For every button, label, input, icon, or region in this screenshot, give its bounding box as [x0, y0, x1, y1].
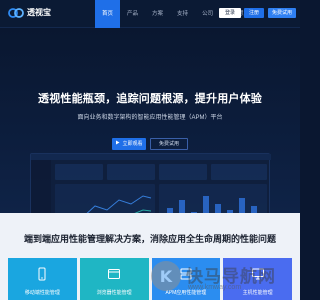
nav-item-company[interactable]: 公司	[195, 0, 220, 28]
mobile-phone-icon	[35, 267, 49, 281]
card-label: APM应用性能管理	[165, 290, 207, 296]
card-label: 移动端性能管理	[24, 290, 60, 296]
hero-title: 透视性能瓶颈，追踪问题根源，提升用户体验	[38, 93, 262, 105]
card-apm-performance[interactable]: APM应用性能管理	[151, 258, 221, 300]
login-button[interactable]: 登录	[219, 8, 241, 18]
dashboard-preview-image	[30, 153, 271, 213]
top-header: 透视宝 首页 产品 方案 支持 公司 云智慧官网 登录 注册 免费试用	[0, 0, 300, 28]
solutions-title-tail: 消除应用全生命周期的性能问题	[150, 234, 277, 244]
watch-now-label: 立即观看	[122, 141, 143, 147]
card-label: 浏览器性能管理	[96, 290, 132, 296]
solutions-section: 端到端应用性能管理解决方案，消除应用全生命周期的性能问题 移动端性能管理 浏览器…	[0, 213, 300, 300]
dashboard-preview-card	[211, 164, 267, 180]
solutions-title: 端到端应用性能管理解决方案，消除应用全生命周期的性能问题	[0, 232, 300, 245]
dashboard-preview-sidebar	[31, 160, 51, 213]
card-label: 主机性能管理	[242, 290, 273, 296]
brand-logo-icon	[8, 7, 24, 19]
dashboard-preview-topbar	[31, 154, 271, 160]
card-host-performance[interactable]: 主机性能管理	[223, 258, 292, 300]
brand-logo[interactable]: 透视宝	[8, 7, 51, 19]
nav-item-solutions[interactable]: 方案	[145, 0, 170, 28]
dashboard-preview-line-icon	[86, 195, 152, 213]
register-button[interactable]: 注册	[244, 8, 264, 18]
hero-banner: 透视性能瓶颈，追踪问题根源，提升用户体验 面向业务和数字架构的智能应用性能管理（…	[0, 28, 300, 213]
nav-item-home[interactable]: 首页	[95, 0, 121, 28]
play-icon	[115, 138, 120, 150]
card-browser-performance[interactable]: 浏览器性能管理	[79, 258, 149, 300]
solution-cards: 移动端性能管理 浏览器性能管理 APM应用性能管理 主机性能管理	[8, 258, 292, 300]
dashboard-preview-bars-icon	[167, 196, 257, 213]
browser-window-icon	[107, 267, 121, 281]
hero-free-trial-button[interactable]: 免费试用	[150, 138, 188, 150]
dashboard-preview-card	[55, 164, 103, 180]
dashboard-preview-card	[159, 164, 207, 180]
server-app-icon	[179, 267, 193, 281]
free-trial-button[interactable]: 免费试用	[268, 8, 296, 18]
hero-subtitle: 面向业务和数字架构的智能应用性能管理（APM）平台	[77, 115, 223, 121]
watch-now-button[interactable]: 立即观看	[112, 138, 146, 150]
solutions-title-main: 端到端应用性能管理解决方案，	[23, 234, 150, 244]
card-mobile-performance[interactable]: 移动端性能管理	[8, 258, 77, 300]
nav-item-support[interactable]: 支持	[170, 0, 195, 28]
dashboard-preview-panel	[159, 184, 267, 213]
nav-item-products[interactable]: 产品	[120, 0, 145, 28]
host-monitor-icon	[251, 267, 265, 281]
dashboard-preview-card	[107, 164, 155, 180]
brand-name: 透视宝	[27, 8, 51, 17]
dashboard-preview-panel	[55, 184, 155, 213]
